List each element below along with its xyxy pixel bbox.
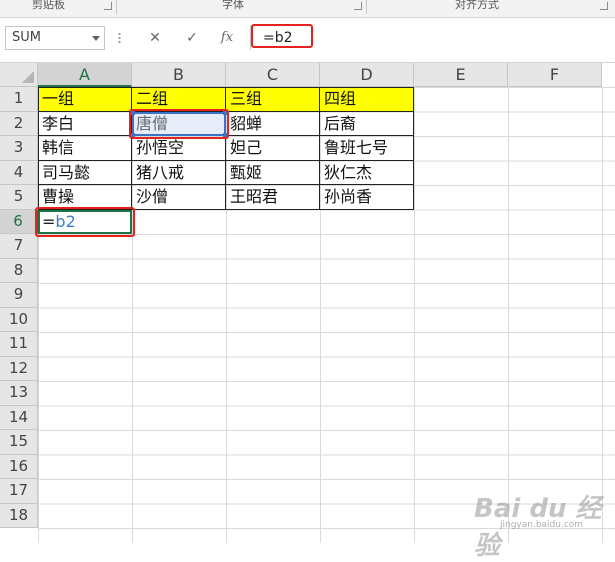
table-cell[interactable]: 狄仁杰 — [320, 160, 414, 185]
row-header-16[interactable]: 16 — [0, 454, 38, 479]
table-cell[interactable]: 鲁班七号 — [320, 136, 414, 161]
table-cell[interactable]: 猪八戒 — [132, 160, 226, 185]
formula-bar: SUM ✕ ✓ fx =b2 — [0, 18, 615, 63]
row-header-8[interactable]: 8 — [0, 258, 38, 283]
table-border — [38, 87, 414, 88]
row-header-13[interactable]: 13 — [0, 381, 38, 406]
table-cell[interactable]: 曹操 — [38, 185, 132, 210]
row-header-7[interactable]: 7 — [0, 234, 38, 259]
watermark-url: jingyan.baidu.com — [500, 520, 584, 530]
enter-icon[interactable]: ✓ — [181, 28, 203, 48]
formula-highlight-box — [251, 24, 313, 48]
row-header-11[interactable]: 11 — [0, 332, 38, 357]
ribbon-group-alignment: 对齐方式 — [455, 0, 499, 11]
cancel-icon[interactable]: ✕ — [144, 28, 166, 48]
table-cell[interactable]: 李白 — [38, 111, 132, 136]
column-header-a[interactable]: A — [38, 63, 132, 87]
column-header-c[interactable]: C — [226, 63, 320, 87]
table-cell[interactable]: 一组 — [38, 87, 132, 112]
ribbon-separator — [116, 0, 117, 14]
table-cell[interactable]: 四组 — [320, 87, 414, 112]
name-box-value: SUM — [12, 30, 41, 45]
table-cell[interactable]: 沙僧 — [132, 185, 226, 210]
row-header-1[interactable]: 1 — [0, 87, 38, 112]
row-header-15[interactable]: 15 — [0, 430, 38, 455]
worksheet: ABCDEF 1 2 3 4 5 6 7 8 9 10 11 12 13 14 15 16 17 18 一组 二组三… — [0, 63, 615, 543]
row-header-5[interactable]: 5 — [0, 185, 38, 210]
table-cell[interactable]: 孙悟空 — [132, 136, 226, 161]
font-launcher-icon[interactable] — [354, 2, 362, 10]
column-header-e[interactable]: E — [414, 63, 508, 87]
table-cell[interactable]: 孙尚香 — [320, 185, 414, 210]
table-cell[interactable]: 王昭君 — [226, 185, 320, 210]
row-header-9[interactable]: 9 — [0, 283, 38, 308]
column-header-b[interactable]: B — [132, 63, 226, 87]
row-header-18[interactable]: 18 — [0, 503, 38, 528]
table-cell[interactable]: 甄姬 — [226, 160, 320, 185]
row-header-14[interactable]: 14 — [0, 405, 38, 430]
table-cell[interactable]: 三组 — [226, 87, 320, 112]
table-cell[interactable]: 司马懿 — [38, 160, 132, 185]
table-cell[interactable]: 后裔 — [320, 111, 414, 136]
table-cell[interactable]: 韩信 — [38, 136, 132, 161]
a6-highlight-box — [35, 206, 135, 237]
select-all-icon — [22, 71, 34, 83]
column-header-d[interactable]: D — [320, 63, 414, 87]
name-box[interactable]: SUM — [5, 26, 105, 50]
resize-handle-icon[interactable] — [118, 32, 121, 44]
clipboard-launcher-icon[interactable] — [104, 2, 112, 10]
ribbon-group-font: 字体 — [222, 0, 244, 11]
row-header-6[interactable]: 6 — [0, 209, 38, 234]
table-cell[interactable]: 二组 — [132, 87, 226, 112]
chevron-down-icon[interactable] — [92, 36, 100, 41]
insert-function-icon[interactable]: fx — [216, 28, 238, 48]
row-header-4[interactable]: 4 — [0, 160, 38, 185]
row-header-17[interactable]: 17 — [0, 479, 38, 504]
ribbon-group-clipboard: 剪贴板 — [32, 0, 65, 11]
select-all-button[interactable] — [0, 63, 38, 87]
ribbon-group-captions: 剪贴板 字体 对齐方式 — [0, 0, 615, 18]
alignment-launcher-icon[interactable] — [600, 2, 608, 10]
table-cell[interactable]: 妲己 — [226, 136, 320, 161]
row-header-12[interactable]: 12 — [0, 356, 38, 381]
row-header-2[interactable]: 2 — [0, 111, 38, 136]
table-cell[interactable]: 貂蝉 — [226, 111, 320, 136]
row-header-10[interactable]: 10 — [0, 307, 38, 332]
table-border — [38, 87, 39, 210]
row-header-3[interactable]: 3 — [0, 136, 38, 161]
b2-highlight-box — [129, 108, 229, 139]
ribbon-separator — [366, 0, 367, 14]
column-header-f[interactable]: F — [508, 63, 602, 87]
